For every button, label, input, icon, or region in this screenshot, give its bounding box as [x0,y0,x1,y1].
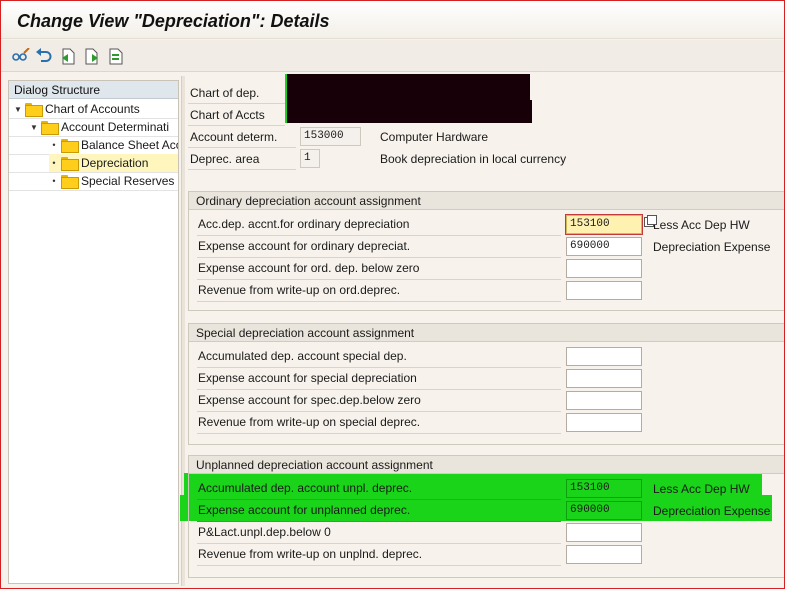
revenue-writeup-unplanned-field[interactable] [566,545,642,564]
deprec-area-text: Book depreciation in local currency [380,152,567,166]
pl-act-unpl-below-zero-field[interactable] [566,523,642,542]
row-text: Depreciation Expense [653,240,771,254]
previous-entry-icon [62,48,75,64]
dialog-structure-pane: Dialog Structure ▼ Chart of Accounts ▼ A… [8,80,179,584]
undo-icon [36,48,52,62]
row-underline [197,301,561,302]
previous-entry-button[interactable] [58,46,78,66]
f4-value-help-icon[interactable] [644,215,658,229]
tree-divider [9,190,178,191]
display-change-button[interactable] [11,46,31,66]
row-text: Less Acc Dep HW [653,482,750,496]
row-label: Revenue from write-up on special deprec. [198,415,421,429]
page-title: Change View "Depreciation": Details [17,11,330,31]
folder-icon [41,121,59,135]
bullet-icon: • [52,140,56,150]
special-row-below-zero: Expense account for spec.dep.below zero [197,390,776,412]
unplanned-group-title: Unplanned depreciation account assignmen… [189,456,784,474]
row-underline [197,565,561,566]
special-row-expense: Expense account for special depreciation [197,368,776,390]
row-label: Accumulated dep. account unpl. deprec. [198,481,413,495]
tree-item-account-determination[interactable]: ▼ Account Determinati [29,118,169,136]
expense-ord-below-zero-field[interactable] [566,259,642,278]
deprec-area-field[interactable]: 1 [300,149,320,168]
bullet-icon: • [52,176,56,186]
application-toolbar [1,40,784,72]
acc-dep-unplanned-field[interactable]: 153100 [566,479,642,498]
ordinary-group-title: Ordinary depreciation account assignment [189,192,784,210]
special-group-title: Special depreciation account assignment [189,324,784,342]
variable-list-button[interactable] [106,46,126,66]
expense-spec-below-zero-field[interactable] [566,391,642,410]
row-underline [197,433,561,434]
row-label: Acc.dep. accnt.for ordinary depreciation [198,217,410,231]
bullet-icon: • [52,158,56,168]
row-label: Expense account for unplanned deprec. [198,503,411,517]
row-text: Less Acc Dep HW [653,218,750,232]
folder-icon [61,139,79,153]
account-determ-label: Account determ. [190,130,278,144]
glasses-pencil-icon [12,48,30,61]
revenue-writeup-ord-field[interactable] [566,281,642,300]
acc-dep-ordinary-field[interactable]: 153100 [565,214,643,235]
open-folder-icon [61,157,79,171]
list-icon [109,48,123,64]
account-determ-text: Computer Hardware [380,130,489,144]
row-label: Accumulated dep. account special dep. [198,349,407,363]
unplanned-depreciation-group: Unplanned depreciation account assignmen… [188,455,785,578]
ordinary-row-expense: Expense account for ordinary depreciat. … [197,236,776,258]
unplanned-row-accdep: Accumulated dep. account unpl. deprec. 1… [197,478,776,500]
chart-of-dep-label: Chart of dep. [190,86,260,100]
unplanned-row-expense: Expense account for unplanned deprec. 69… [197,500,776,522]
next-entry-icon [85,48,98,64]
label-underline [188,169,296,170]
folder-icon [61,175,79,189]
expense-ordinary-field[interactable]: 690000 [566,237,642,256]
expand-caret-icon[interactable]: ▼ [13,105,23,114]
row-label: Expense account for special depreciation [198,371,417,385]
label-underline [188,103,285,104]
row-label: Expense account for ord. dep. below zero [198,261,420,275]
label-underline [188,147,296,148]
row-label: Expense account for ordinary depreciat. [198,239,411,253]
deprec-area-label: Deprec. area [190,152,260,166]
special-row-writeup: Revenue from write-up on special deprec. [197,412,776,434]
dialog-structure-heading: Dialog Structure [9,81,178,99]
unplanned-row-below-zero: P&Lact.unpl.dep.below 0 [197,522,776,544]
title-bar: Change View "Depreciation": Details [1,1,784,39]
undo-button[interactable] [34,46,54,66]
revenue-writeup-special-field[interactable] [566,413,642,432]
acc-dep-special-field[interactable] [566,347,642,366]
chart-of-accts-label: Chart of Accts [190,108,265,122]
account-determ-field[interactable]: 153000 [300,127,361,146]
row-label: Expense account for spec.dep.below zero [198,393,421,407]
tree-item-chart-of-accounts[interactable]: ▼ Chart of Accounts [13,100,140,118]
expense-unplanned-field[interactable]: 690000 [566,501,642,520]
folder-icon [25,103,43,117]
expand-caret-icon[interactable]: ▼ [29,123,39,132]
tree-item-special-reserves[interactable]: • Special Reserves [49,172,174,190]
next-entry-button[interactable] [82,46,102,66]
ordinary-row-accdep: Acc.dep. accnt.for ordinary depreciation… [197,214,776,236]
redacted-chart-of-accts-value [285,100,532,123]
ordinary-row-writeup: Revenue from write-up on ord.deprec. [197,280,776,302]
row-label: Revenue from write-up on ord.deprec. [198,283,401,297]
ordinary-row-below-zero: Expense account for ord. dep. below zero [197,258,776,280]
ordinary-depreciation-group: Ordinary depreciation account assignment… [188,191,785,311]
unplanned-row-writeup: Revenue from write-up on unplnd. deprec. [197,544,776,566]
row-label: Revenue from write-up on unplnd. deprec. [198,547,423,561]
row-text: Depreciation Expense [653,504,771,518]
row-label: P&Lact.unpl.dep.below 0 [198,525,331,539]
tree-item-balance-sheet-accounts[interactable]: • Balance Sheet Acc [49,136,178,154]
label-underline [188,125,285,126]
redacted-chart-of-dep-value [285,74,530,102]
tree-item-depreciation[interactable]: • Depreciation [49,154,178,172]
expense-special-field[interactable] [566,369,642,388]
special-depreciation-group: Special depreciation account assignment … [188,323,785,445]
special-row-accdep: Accumulated dep. account special dep. [197,346,776,368]
